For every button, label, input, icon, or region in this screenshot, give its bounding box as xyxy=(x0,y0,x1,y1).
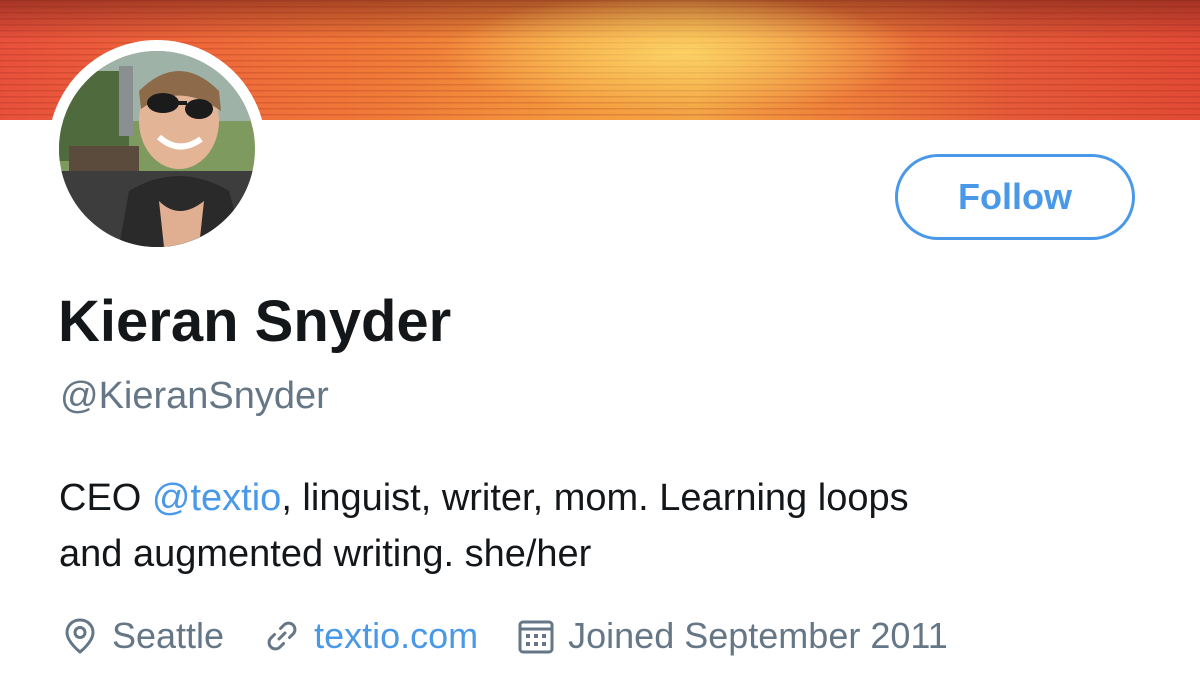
display-name: Kieran Snyder xyxy=(58,289,452,354)
bio-line-2: and augmented writing. she/her xyxy=(59,533,592,575)
website-link[interactable]: textio.com xyxy=(314,615,478,657)
profile-page: Follow Kieran Snyder @KieranSnyder CEO @… xyxy=(0,0,1200,691)
joined-item: Joined September 2011 xyxy=(516,615,948,657)
bio-text-suffix: , linguist, writer, mom. Learning loops xyxy=(281,477,909,519)
bio-text-prefix: CEO xyxy=(59,477,152,519)
bio-mention-link[interactable]: @textio xyxy=(152,477,281,519)
link-icon xyxy=(262,616,302,656)
location-item: Seattle xyxy=(60,615,224,657)
bio-line-1: CEO @textio, linguist, writer, mom. Lear… xyxy=(59,470,1159,526)
avatar[interactable] xyxy=(59,51,255,247)
avatar-photo xyxy=(59,51,255,247)
follow-button[interactable]: Follow xyxy=(895,154,1135,240)
website-item[interactable]: textio.com xyxy=(262,615,478,657)
profile-bio: CEO @textio, linguist, writer, mom. Lear… xyxy=(59,470,1159,582)
user-handle: @KieranSnyder xyxy=(60,375,329,417)
map-pin-icon xyxy=(60,616,100,656)
calendar-icon xyxy=(516,616,556,656)
profile-meta: Seattle textio.com Joined September 2011 xyxy=(60,608,948,664)
location-text: Seattle xyxy=(112,615,225,656)
joined-date-text: Joined September 2011 xyxy=(568,615,948,656)
